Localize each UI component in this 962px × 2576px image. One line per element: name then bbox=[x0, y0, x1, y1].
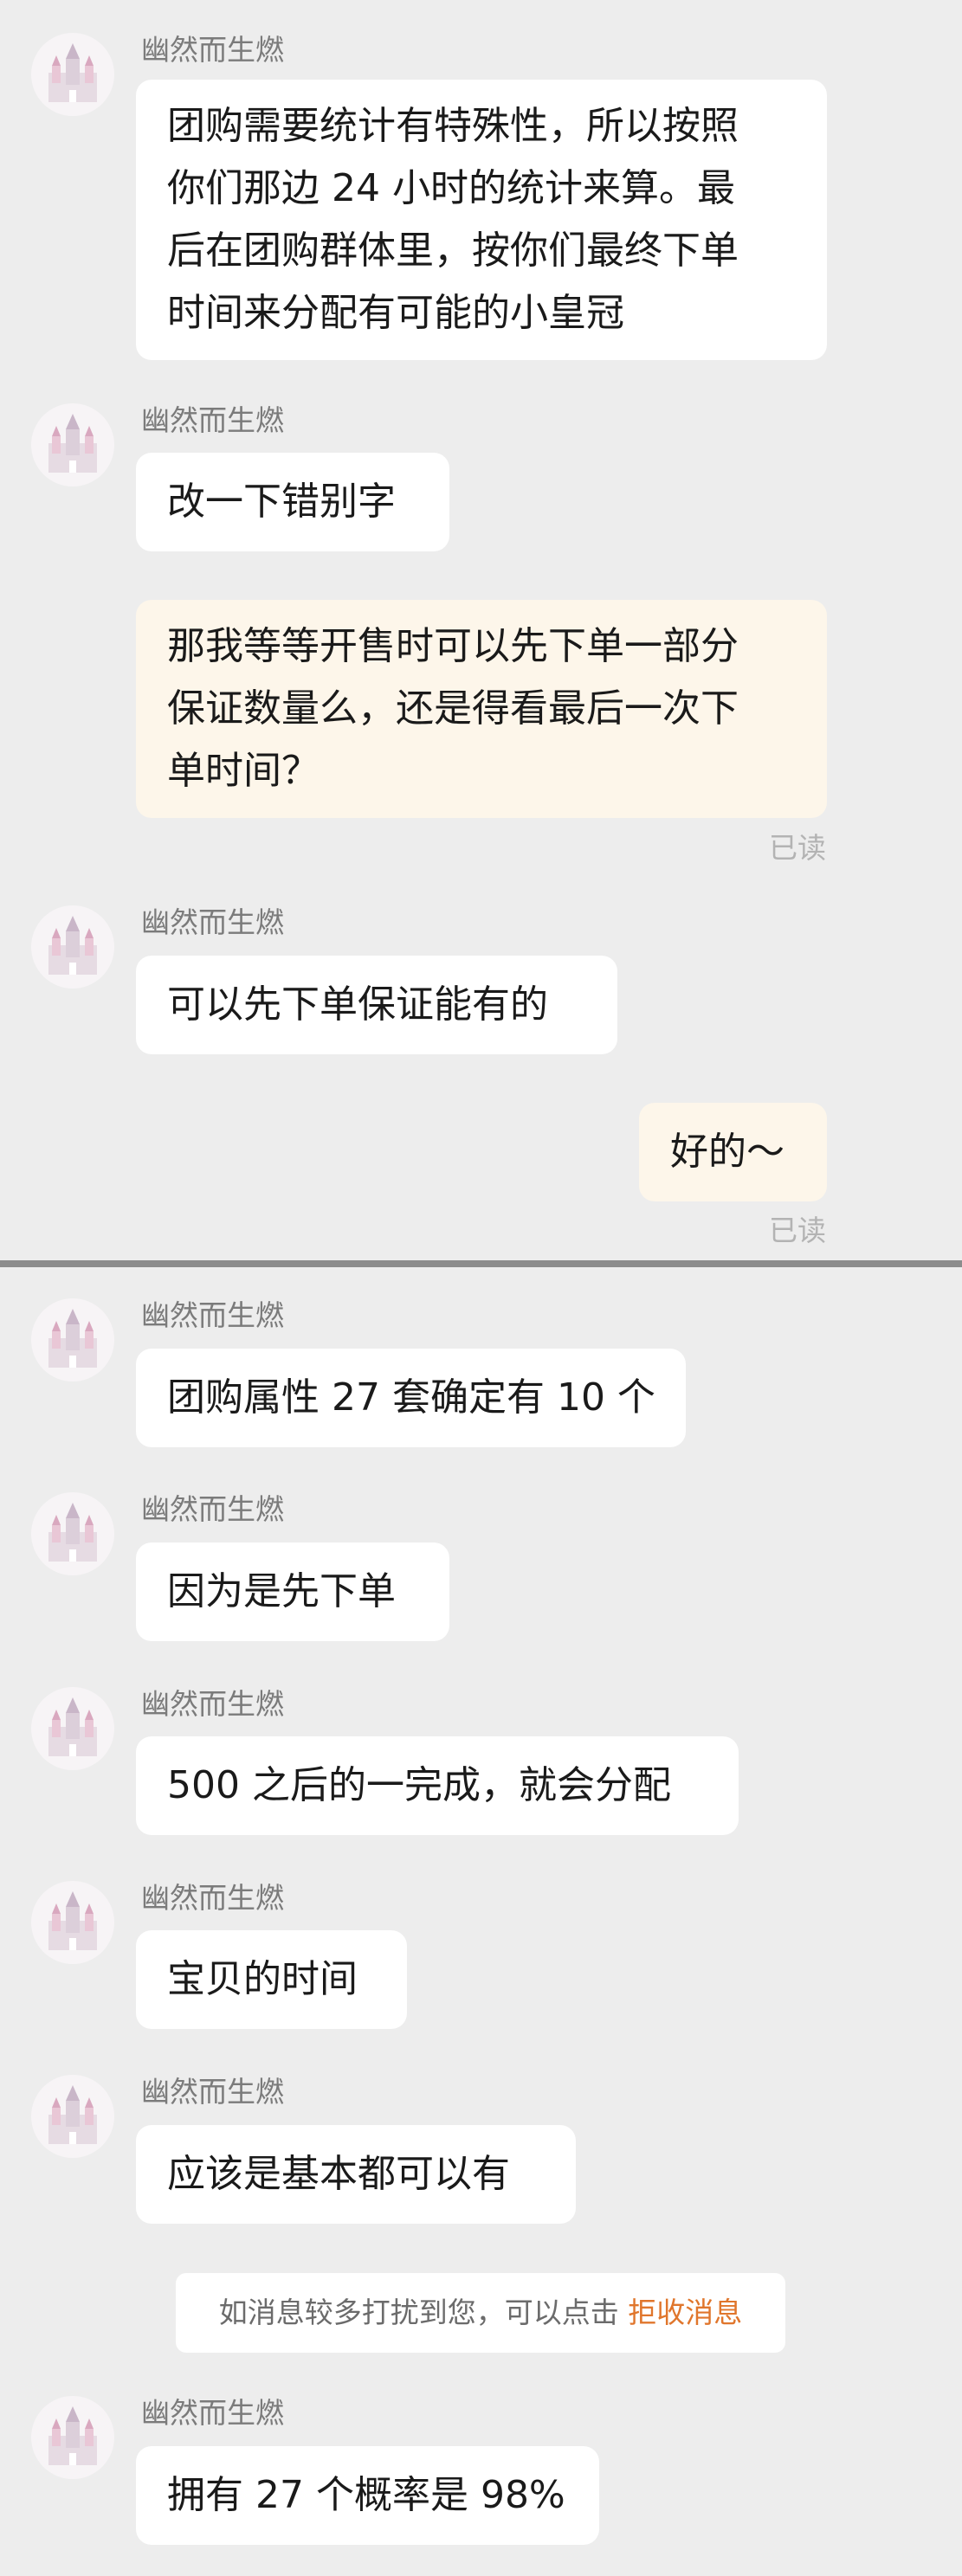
sender-name: 幽然而生燃 bbox=[141, 403, 284, 437]
message-line: 时间来分配有可能的小皇冠 bbox=[167, 291, 624, 335]
sender-name: 幽然而生燃 bbox=[141, 1492, 284, 1526]
message-bubble[interactable]: 500 之后的一完成，就会分配 bbox=[136, 1736, 739, 1835]
message-bubble[interactable]: 因为是先下单 bbox=[136, 1542, 449, 1641]
message-bubble[interactable]: 宝贝的时间 bbox=[136, 1930, 407, 2029]
castle-icon bbox=[48, 1891, 97, 1950]
read-receipt: 已读 bbox=[769, 831, 826, 865]
read-receipt: 已读 bbox=[769, 1214, 826, 1247]
screenshot-divider bbox=[0, 1260, 962, 1267]
message-line: 单时间？ bbox=[167, 749, 320, 793]
castle-icon bbox=[48, 414, 97, 473]
avatar[interactable] bbox=[31, 1298, 114, 1381]
avatar[interactable] bbox=[31, 2075, 114, 2158]
sender-name: 幽然而生燃 bbox=[141, 33, 284, 67]
avatar[interactable] bbox=[31, 2396, 114, 2479]
message-line: 那我等等开售时可以先下单一部分 bbox=[167, 624, 739, 668]
avatar[interactable] bbox=[31, 33, 114, 116]
avatar[interactable] bbox=[31, 1881, 114, 1964]
sender-name: 幽然而生燃 bbox=[141, 2396, 284, 2430]
castle-icon bbox=[48, 43, 97, 102]
castle-icon bbox=[48, 1503, 97, 1562]
sender-name: 幽然而生燃 bbox=[141, 1298, 284, 1332]
my-message-bubble[interactable]: 那我等等开售时可以先下单一部分 保证数量么，还是得看最后一次下 单时间？ bbox=[136, 600, 827, 818]
message-line: 保证数量么，还是得看最后一次下 bbox=[167, 686, 739, 731]
message-bubble[interactable]: 团购属性 27 套确定有 10 个 bbox=[136, 1349, 686, 1447]
sender-name: 幽然而生燃 bbox=[141, 1687, 284, 1721]
sender-name: 幽然而生燃 bbox=[141, 2075, 284, 2109]
sender-name: 幽然而生燃 bbox=[141, 905, 284, 939]
my-message-bubble[interactable]: 好的～ bbox=[639, 1103, 827, 1201]
avatar[interactable] bbox=[31, 403, 114, 486]
sender-name: 幽然而生燃 bbox=[141, 1881, 284, 1915]
avatar[interactable] bbox=[31, 905, 114, 989]
notice-text: 如消息较多打扰到您，可以点击 bbox=[218, 2296, 619, 2329]
message-line: 你们那边 24 小时的统计来算。最 bbox=[167, 166, 735, 210]
message-bubble[interactable]: 拥有 27 个概率是 98% bbox=[136, 2446, 599, 2545]
castle-icon bbox=[48, 1697, 97, 1756]
message-bubble[interactable]: 团购需要统计有特殊性，所以按照 你们那边 24 小时的统计来算。最 后在团购群体… bbox=[136, 80, 827, 360]
message-bubble[interactable]: 应该是基本都可以有 bbox=[136, 2125, 576, 2224]
castle-icon bbox=[48, 2406, 97, 2465]
avatar[interactable] bbox=[31, 1492, 114, 1575]
avatar[interactable] bbox=[31, 1687, 114, 1770]
message-bubble[interactable]: 改一下错别字 bbox=[136, 453, 449, 551]
message-line: 后在团购群体里，按你们最终下单 bbox=[167, 229, 739, 273]
reject-messages-notice: 如消息较多打扰到您，可以点击 拒收消息 bbox=[176, 2273, 785, 2353]
message-bubble[interactable]: 可以先下单保证能有的 bbox=[136, 956, 617, 1054]
message-line: 团购需要统计有特殊性，所以按照 bbox=[167, 104, 739, 148]
castle-icon bbox=[48, 2085, 97, 2144]
castle-icon bbox=[48, 916, 97, 975]
reject-messages-link[interactable]: 拒收消息 bbox=[628, 2296, 742, 2329]
castle-icon bbox=[48, 1309, 97, 1368]
